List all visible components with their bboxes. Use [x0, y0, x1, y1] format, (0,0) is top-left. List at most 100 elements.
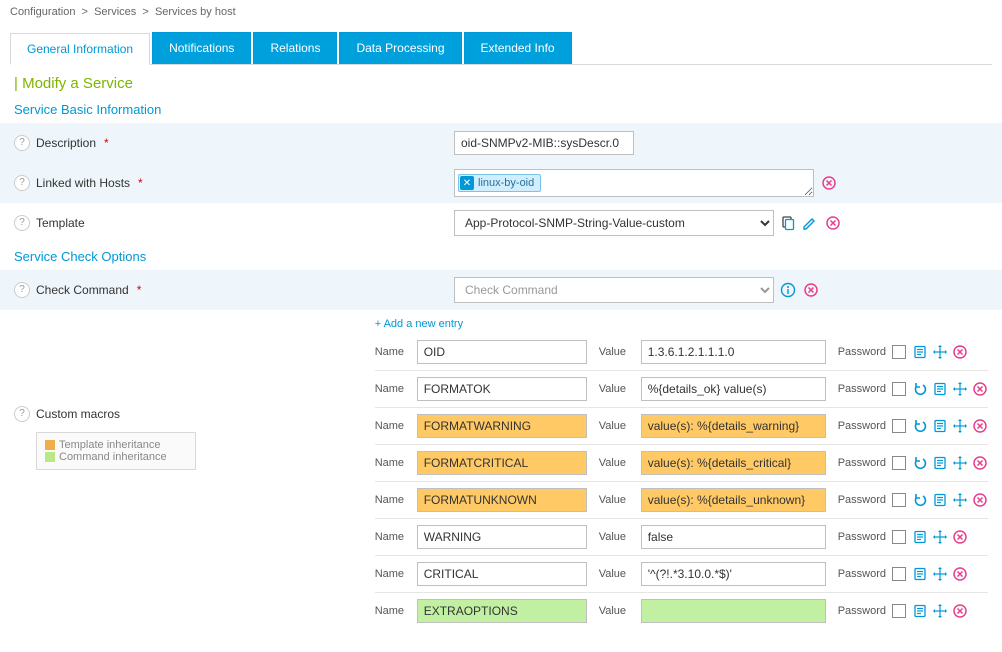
password-checkbox[interactable]: [892, 530, 906, 544]
password-checkbox[interactable]: [892, 345, 906, 359]
delete-icon[interactable]: [972, 381, 988, 397]
macro-value-input[interactable]: [641, 562, 826, 586]
delete-icon[interactable]: [972, 492, 988, 508]
macro-row: NameValuePassword: [375, 518, 988, 555]
edit-template-icon[interactable]: [802, 215, 818, 231]
tab-notifications[interactable]: Notifications: [152, 32, 251, 64]
description-icon[interactable]: [912, 603, 928, 619]
macro-value-label: Value: [599, 383, 635, 395]
page-title: | Modify a Service: [0, 65, 1002, 96]
description-icon[interactable]: [932, 418, 948, 434]
password-checkbox[interactable]: [892, 382, 906, 396]
move-icon[interactable]: [932, 344, 948, 360]
macros-column: + Add a new entry NameValuePasswordNameV…: [375, 316, 988, 629]
revert-icon[interactable]: [912, 381, 928, 397]
add-macro-link[interactable]: + Add a new entry: [375, 318, 463, 334]
clear-command-icon[interactable]: [802, 281, 820, 299]
password-checkbox[interactable]: [892, 567, 906, 581]
macro-name-input[interactable]: [417, 525, 587, 549]
move-icon[interactable]: [932, 529, 948, 545]
password-checkbox[interactable]: [892, 419, 906, 433]
description-icon[interactable]: [912, 529, 928, 545]
move-icon[interactable]: [952, 381, 968, 397]
macro-value-label: Value: [599, 346, 635, 358]
move-icon[interactable]: [932, 566, 948, 582]
help-icon[interactable]: ?: [14, 175, 30, 191]
password-checkbox[interactable]: [892, 456, 906, 470]
tab-general-information[interactable]: General Information: [10, 33, 150, 65]
delete-icon[interactable]: [972, 418, 988, 434]
check-command-label: Check Command: [36, 283, 129, 297]
macro-name-label: Name: [375, 346, 411, 358]
linked-hosts-input[interactable]: ✕ linux-by-oid: [454, 169, 814, 197]
macro-value-input[interactable]: [641, 451, 826, 475]
macro-name-input[interactable]: [417, 562, 587, 586]
move-icon[interactable]: [952, 455, 968, 471]
info-icon[interactable]: [780, 282, 796, 298]
description-icon[interactable]: [912, 344, 928, 360]
breadcrumb-link-1[interactable]: Services: [94, 6, 136, 18]
description-icon[interactable]: [932, 492, 948, 508]
macro-value-label: Value: [599, 494, 635, 506]
macro-password-label: Password: [838, 531, 886, 543]
revert-icon[interactable]: [912, 418, 928, 434]
description-icon[interactable]: [912, 566, 928, 582]
check-command-select[interactable]: Check Command: [454, 277, 774, 303]
clear-template-icon[interactable]: [824, 214, 842, 232]
description-icon[interactable]: [932, 381, 948, 397]
tab-data-processing[interactable]: Data Processing: [339, 32, 461, 64]
section-basic-information: Service Basic Information: [0, 96, 1002, 123]
tab-relations[interactable]: Relations: [253, 32, 337, 64]
password-checkbox[interactable]: [892, 493, 906, 507]
clear-hosts-icon[interactable]: [820, 174, 838, 192]
macro-value-input[interactable]: [641, 340, 826, 364]
copy-template-icon[interactable]: [780, 215, 796, 231]
delete-icon[interactable]: [952, 344, 968, 360]
macro-row: NameValuePassword: [375, 370, 988, 407]
macro-value-input[interactable]: [641, 599, 826, 623]
macro-row: NameValuePassword: [375, 444, 988, 481]
row-description: ? Description*: [0, 123, 1002, 163]
help-icon[interactable]: ?: [14, 282, 30, 298]
help-icon[interactable]: ?: [14, 406, 30, 422]
host-tag-label: linux-by-oid: [478, 177, 534, 189]
macro-name-input[interactable]: [417, 488, 587, 512]
required-marker: *: [137, 283, 142, 297]
macro-value-input[interactable]: [641, 414, 826, 438]
description-input[interactable]: [454, 131, 634, 155]
move-icon[interactable]: [932, 603, 948, 619]
move-icon[interactable]: [952, 418, 968, 434]
delete-icon[interactable]: [952, 566, 968, 582]
help-icon[interactable]: ?: [14, 215, 30, 231]
delete-icon[interactable]: [952, 529, 968, 545]
password-checkbox[interactable]: [892, 604, 906, 618]
macro-name-input[interactable]: [417, 414, 587, 438]
breadcrumb-link-2[interactable]: Services by host: [155, 6, 236, 18]
host-tag: ✕ linux-by-oid: [458, 174, 541, 192]
remove-tag-icon[interactable]: ✕: [460, 176, 474, 190]
macro-password-label: Password: [838, 346, 886, 358]
revert-icon[interactable]: [912, 492, 928, 508]
macro-name-input[interactable]: [417, 340, 587, 364]
macro-value-input[interactable]: [641, 488, 826, 512]
macro-name-input[interactable]: [417, 599, 587, 623]
template-select[interactable]: App-Protocol-SNMP-String-Value-custom: [454, 210, 774, 236]
revert-icon[interactable]: [912, 455, 928, 471]
tab-extended-info[interactable]: Extended Info: [464, 32, 572, 64]
macro-actions: [912, 381, 988, 397]
required-marker: *: [138, 176, 143, 190]
required-marker: *: [104, 136, 109, 150]
macro-name-input[interactable]: [417, 451, 587, 475]
inheritance-legend: Template inheritance Command inheritance: [36, 432, 196, 470]
breadcrumb-link-0[interactable]: Configuration: [10, 6, 75, 18]
macro-name-input[interactable]: [417, 377, 587, 401]
delete-icon[interactable]: [952, 603, 968, 619]
macro-value-input[interactable]: [641, 377, 826, 401]
macro-value-input[interactable]: [641, 525, 826, 549]
macro-row: NameValuePassword: [375, 592, 988, 629]
delete-icon[interactable]: [972, 455, 988, 471]
help-icon[interactable]: ?: [14, 135, 30, 151]
description-icon[interactable]: [932, 455, 948, 471]
macro-actions: [912, 492, 988, 508]
move-icon[interactable]: [952, 492, 968, 508]
